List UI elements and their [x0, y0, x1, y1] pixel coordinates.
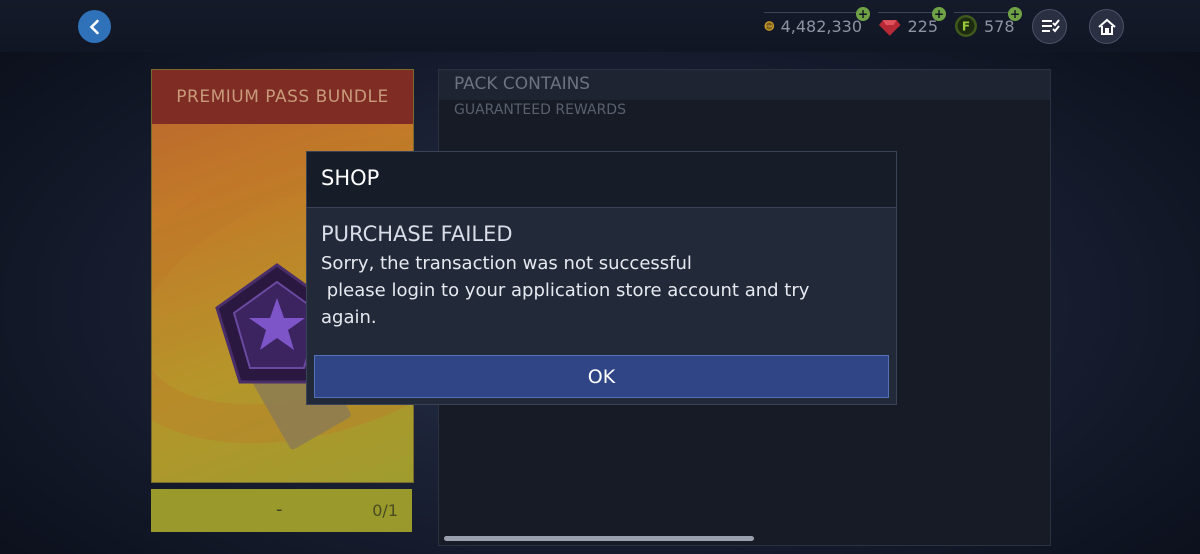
fifa-coin-icon: FIFA: [764, 21, 775, 31]
gems-balance[interactable]: 225 +: [878, 7, 946, 44]
pack-contains-title: PACK CONTAINS: [454, 74, 591, 94]
bundle-title: PREMIUM PASS BUNDLE: [176, 87, 389, 107]
back-button[interactable]: [78, 10, 111, 43]
purchase-failed-dialog: SHOP PURCHASE FAILED Sorry, the transact…: [306, 151, 897, 405]
objectives-button[interactable]: [1032, 9, 1067, 44]
dialog-title: SHOP: [321, 166, 380, 190]
ok-button[interactable]: OK: [314, 355, 889, 398]
dialog-message: Sorry, the transaction was not successfu…: [321, 253, 810, 328]
ok-button-label: OK: [587, 365, 616, 388]
home-button[interactable]: [1089, 9, 1124, 44]
dialog-heading: PURCHASE FAILED: [321, 222, 513, 246]
guaranteed-rewards-label: GUARANTEED REWARDS: [454, 102, 626, 118]
gem-icon: [878, 20, 901, 36]
points-balance[interactable]: F 578 +: [954, 7, 1022, 44]
dialog-header: SHOP: [307, 152, 896, 208]
fifa-points-icon: F: [955, 15, 977, 37]
coins-balance[interactable]: FIFA 4,482,330 +: [764, 7, 870, 44]
bundle-header: PREMIUM PASS BUNDLE: [152, 70, 413, 124]
checklist-icon: [1041, 18, 1060, 32]
add-gems-button[interactable]: +: [932, 7, 946, 21]
bundle-count: 0/1: [372, 501, 398, 520]
home-indicator: [444, 536, 754, 541]
home-icon: [1097, 18, 1116, 35]
top-bar: FIFA 4,482,330 + 225 + F 578 +: [0, 0, 1200, 52]
bundle-price: -: [276, 499, 283, 520]
add-coins-button[interactable]: +: [856, 7, 870, 21]
add-points-button[interactable]: +: [1008, 7, 1022, 21]
svg-text:FIFA: FIFA: [766, 24, 773, 28]
chevron-left-icon: [89, 19, 99, 34]
bundle-footer: - 0/1: [151, 489, 412, 532]
coins-value: 4,482,330: [780, 16, 862, 36]
svg-text:F: F: [962, 20, 970, 34]
